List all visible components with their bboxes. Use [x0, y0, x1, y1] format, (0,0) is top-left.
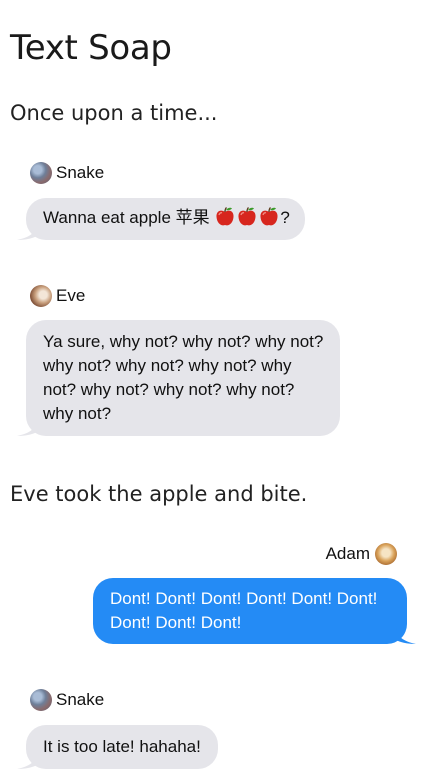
- adam-avatar: [375, 543, 397, 565]
- message-text: Dont! Dont! Dont! Dont! Dont! Dont! Dont…: [110, 589, 378, 632]
- page-title: Text Soap: [10, 28, 172, 68]
- snake-avatar: [30, 689, 52, 711]
- message-adam: Adam Dont! Dont! Dont! Dont! Dont! Dont!…: [57, 542, 416, 644]
- bubble-tail: [17, 420, 37, 436]
- message-sender: Snake: [30, 161, 305, 185]
- message-text: Wanna eat apple 苹果: [43, 208, 215, 227]
- bubble-tail: [17, 753, 37, 769]
- bubble-tail: [17, 224, 37, 240]
- message-bubble: It is too late! hahaha!: [17, 725, 218, 769]
- eve-avatar: [30, 285, 52, 307]
- sender-name: Eve: [56, 286, 86, 305]
- sender-name: Snake: [56, 690, 105, 709]
- message-text: It is too late! hahaha!: [43, 737, 201, 756]
- bubble-tail: [396, 628, 416, 644]
- message-bubble: Ya sure, why not? why not? why not? why …: [17, 320, 340, 436]
- sender-name: Snake: [56, 163, 105, 182]
- apple-emoji-icon: [216, 207, 234, 226]
- snake-avatar: [30, 162, 52, 184]
- message-text: Ya sure, why not? why not? why not? why …: [43, 332, 324, 423]
- message-snake-1: Snake Wanna eat apple 苹果 ?: [17, 161, 305, 240]
- message-bubble: Dont! Dont! Dont! Dont! Dont! Dont! Dont…: [93, 578, 416, 644]
- message-sender: Eve: [30, 284, 340, 308]
- message-sender: Snake: [30, 688, 218, 712]
- message-eve: Eve Ya sure, why not? why not? why not? …: [17, 284, 340, 436]
- story-narration: Once upon a time...: [10, 101, 218, 125]
- story-narration: Eve took the apple and bite.: [10, 482, 308, 506]
- message-text-suffix: ?: [280, 208, 290, 227]
- apple-emoji-icon: [238, 207, 256, 226]
- apple-emoji-icon: [260, 207, 278, 226]
- sender-name: Adam: [325, 544, 370, 563]
- message-bubble: Wanna eat apple 苹果 ?: [17, 198, 305, 240]
- message-snake-2: Snake It is too late! hahaha!: [17, 688, 218, 769]
- message-sender: Adam: [57, 542, 397, 566]
